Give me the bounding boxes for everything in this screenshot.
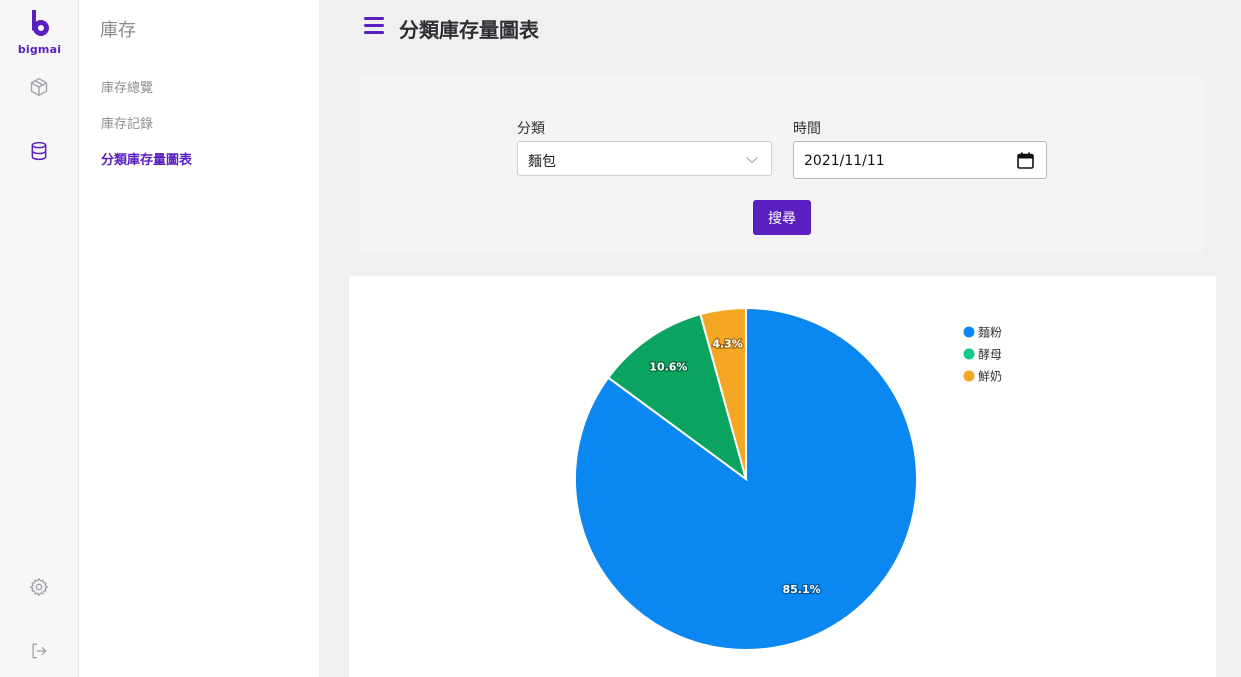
pie-data-label: 85.1%	[782, 583, 820, 596]
category-label: 分類	[517, 121, 545, 137]
chevron-down-icon	[746, 157, 758, 164]
category-select[interactable]: 麵包	[517, 141, 772, 176]
date-value: 2021/11/11	[804, 153, 885, 169]
legend-marker[interactable]	[963, 370, 975, 382]
rail-item-settings[interactable]	[27, 575, 51, 599]
bigmai-logo-icon	[31, 9, 49, 36]
hamburger-bar	[364, 24, 384, 27]
database-icon	[31, 141, 47, 161]
subnav-item-records[interactable]: 庫存記錄	[101, 113, 153, 132]
legend-label[interactable]: 鮮奶	[978, 370, 1002, 384]
date-input[interactable]: 2021/11/11	[793, 141, 1047, 179]
cube-icon	[30, 78, 48, 97]
subnav-item-category-chart[interactable]: 分類庫存量圖表	[101, 149, 192, 168]
legend-marker[interactable]	[963, 348, 975, 360]
search-button[interactable]: 搜尋	[753, 200, 811, 235]
legend-label[interactable]: 麵粉	[978, 326, 1002, 340]
subnav-title: 庫存	[100, 20, 136, 41]
pie-data-label: 4.3%	[712, 337, 743, 350]
rail-item-logout[interactable]	[27, 639, 51, 663]
icon-rail: bigmai	[0, 0, 79, 677]
gear-icon	[30, 578, 48, 596]
pie-chart: 85.1% 10.6% 4.3% 麵粉酵母鮮奶	[574, 306, 1002, 651]
filter-panel: 分類 麵包 時間 2021/11/11 搜尋	[359, 75, 1205, 254]
brand-name: bigmai	[17, 43, 62, 56]
rail-item-products[interactable]	[27, 75, 51, 99]
subnav-item-overview[interactable]: 庫存總覽	[101, 77, 153, 96]
logout-icon	[32, 643, 47, 659]
logo[interactable]: bigmai	[0, 9, 79, 56]
menu-toggle-button[interactable]	[364, 17, 384, 37]
page-title: 分類庫存量圖表	[399, 18, 539, 42]
hamburger-bar	[364, 31, 384, 34]
rail-item-inventory[interactable]	[27, 139, 51, 163]
date-label: 時間	[793, 121, 821, 137]
calendar-icon[interactable]	[1017, 152, 1034, 169]
pie-data-label: 10.6%	[649, 360, 687, 373]
chart-panel: 85.1% 10.6% 4.3% 麵粉酵母鮮奶	[349, 276, 1216, 677]
hamburger-bar	[364, 17, 384, 20]
category-selected-value: 麵包	[528, 154, 556, 170]
legend-label[interactable]: 酵母	[978, 348, 1002, 362]
sub-sidebar: 庫存 庫存總覽 庫存記錄 分類庫存量圖表	[79, 0, 319, 677]
legend-marker[interactable]	[963, 326, 975, 338]
